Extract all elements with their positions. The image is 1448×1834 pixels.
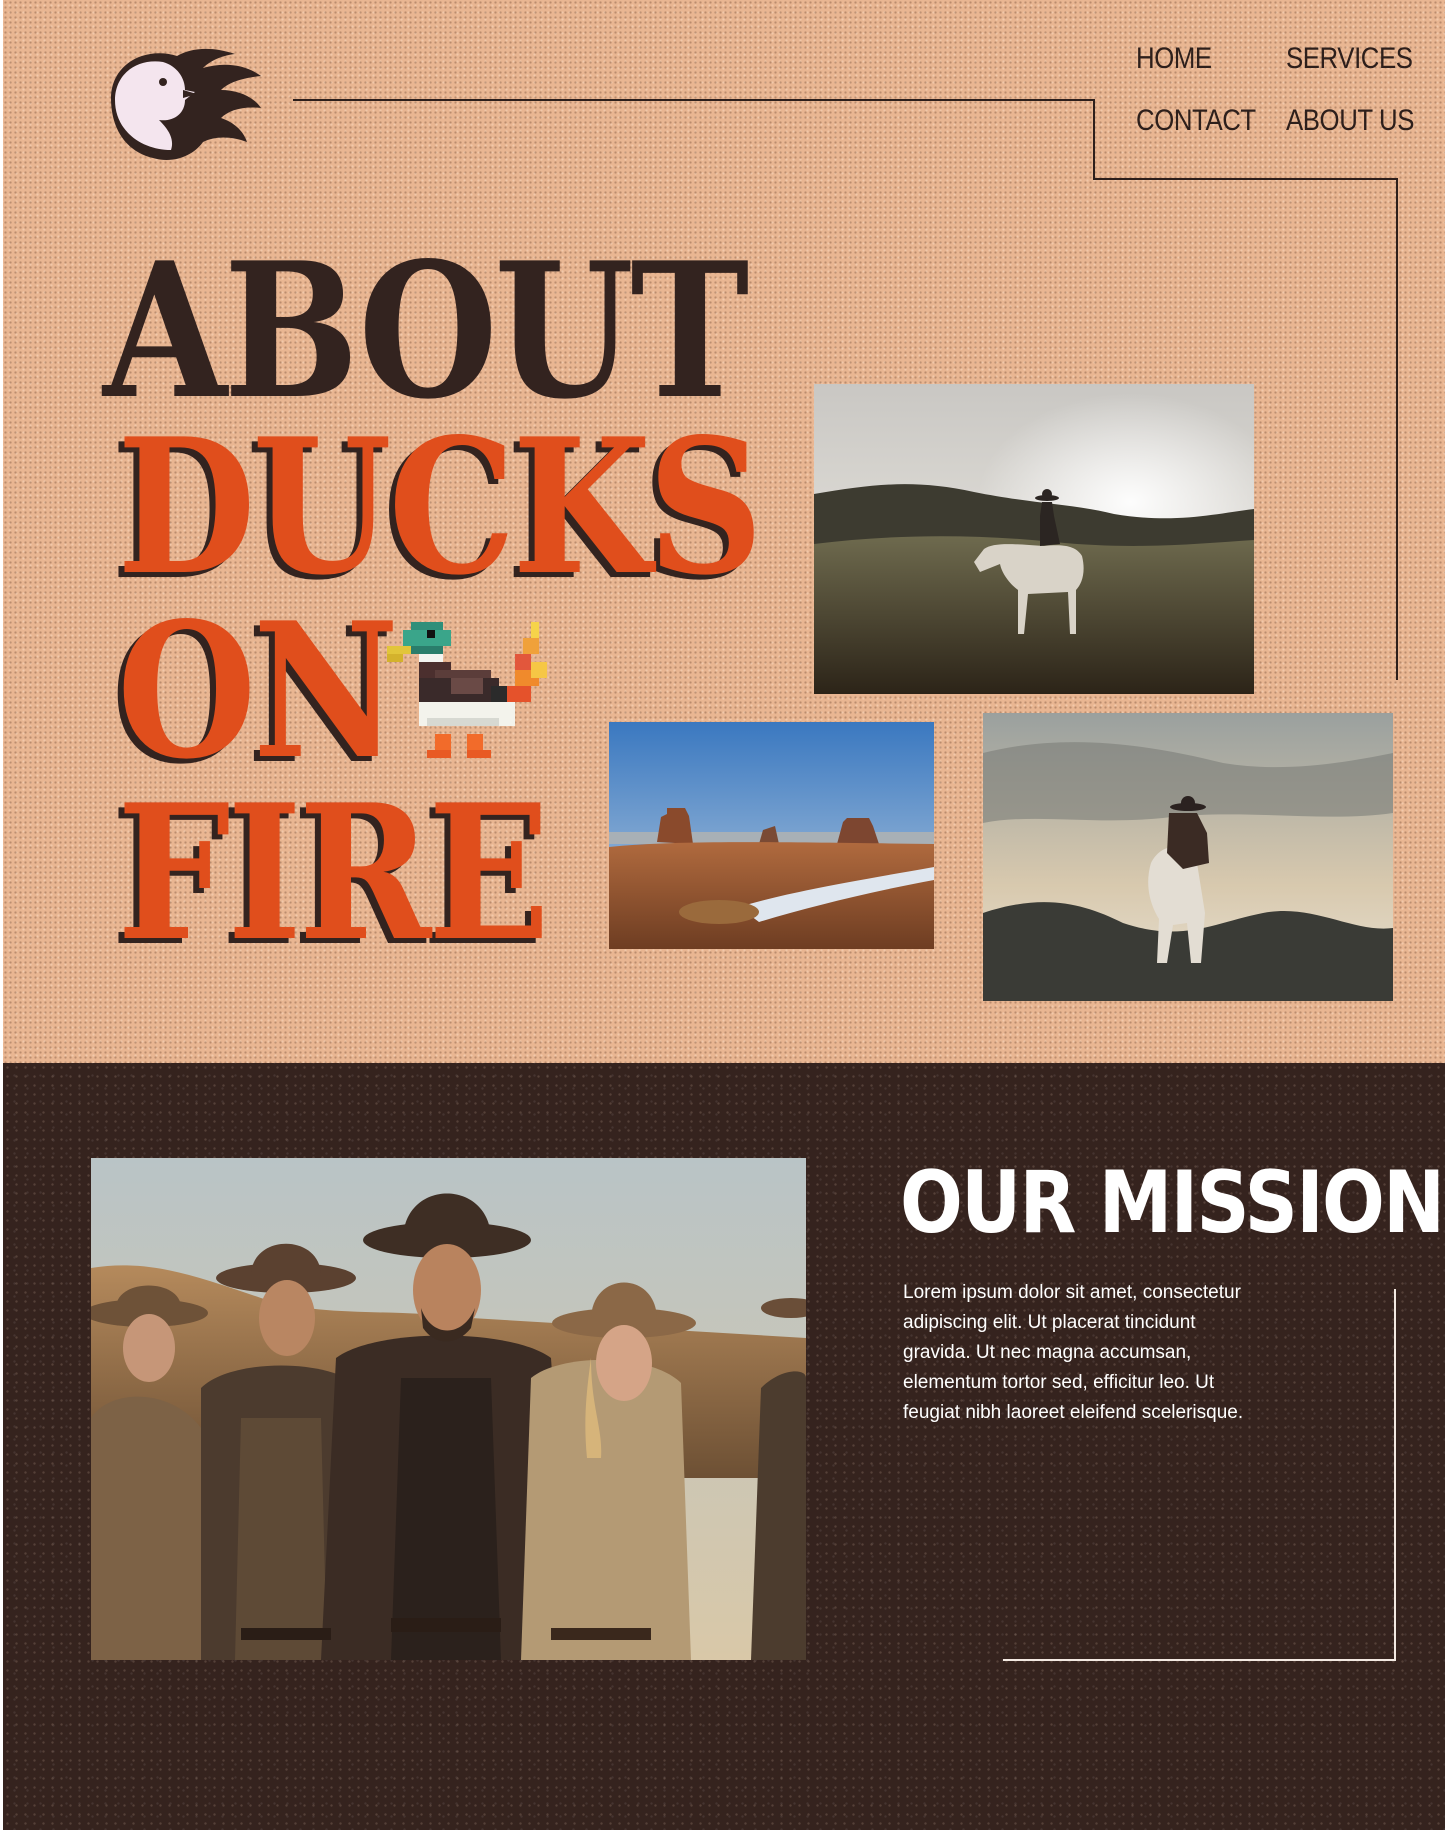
header-divider-line <box>293 99 1095 101</box>
nav-home-link[interactable]: HOME <box>1136 42 1212 76</box>
frame-line-vertical-right <box>1396 178 1398 680</box>
nav-about-link[interactable]: ABOUT US <box>1286 104 1414 138</box>
mission-body-text: Lorem ipsum dolor sit amet, consectetur … <box>903 1282 1244 1423</box>
flaming-duck-logo-icon[interactable] <box>93 38 263 162</box>
hero-title-fire: FIRE <box>117 763 550 982</box>
pixel-duck-on-fire-icon <box>387 622 547 758</box>
mission-section: OUR MISSION Lorem ipsum dolor sit amet, … <box>3 1063 1445 1830</box>
photo-monument-valley <box>609 722 934 949</box>
nav-contact-link[interactable]: CONTACT <box>1136 104 1256 138</box>
mission-frame-horizontal <box>1003 1659 1396 1661</box>
frame-line-vertical-left <box>1093 99 1095 179</box>
hero-section: HOME SERVICES CONTACT ABOUT US ABOUT DUC… <box>3 0 1445 1063</box>
photo-cowboy-group <box>91 1158 806 1660</box>
nav-services-link[interactable]: SERVICES <box>1286 42 1413 76</box>
page: HOME SERVICES CONTACT ABOUT US ABOUT DUC… <box>3 0 1445 1830</box>
hero-title-ducks: DUCKS <box>117 397 763 616</box>
hero-title-on: ON <box>117 581 399 800</box>
mission-title: OUR MISSION <box>900 1153 1445 1253</box>
photo-rider-hill <box>983 713 1393 1001</box>
frame-line-horizontal <box>1093 178 1398 180</box>
mission-frame-vertical <box>1394 1289 1396 1661</box>
photo-rider-sunset <box>814 384 1254 694</box>
